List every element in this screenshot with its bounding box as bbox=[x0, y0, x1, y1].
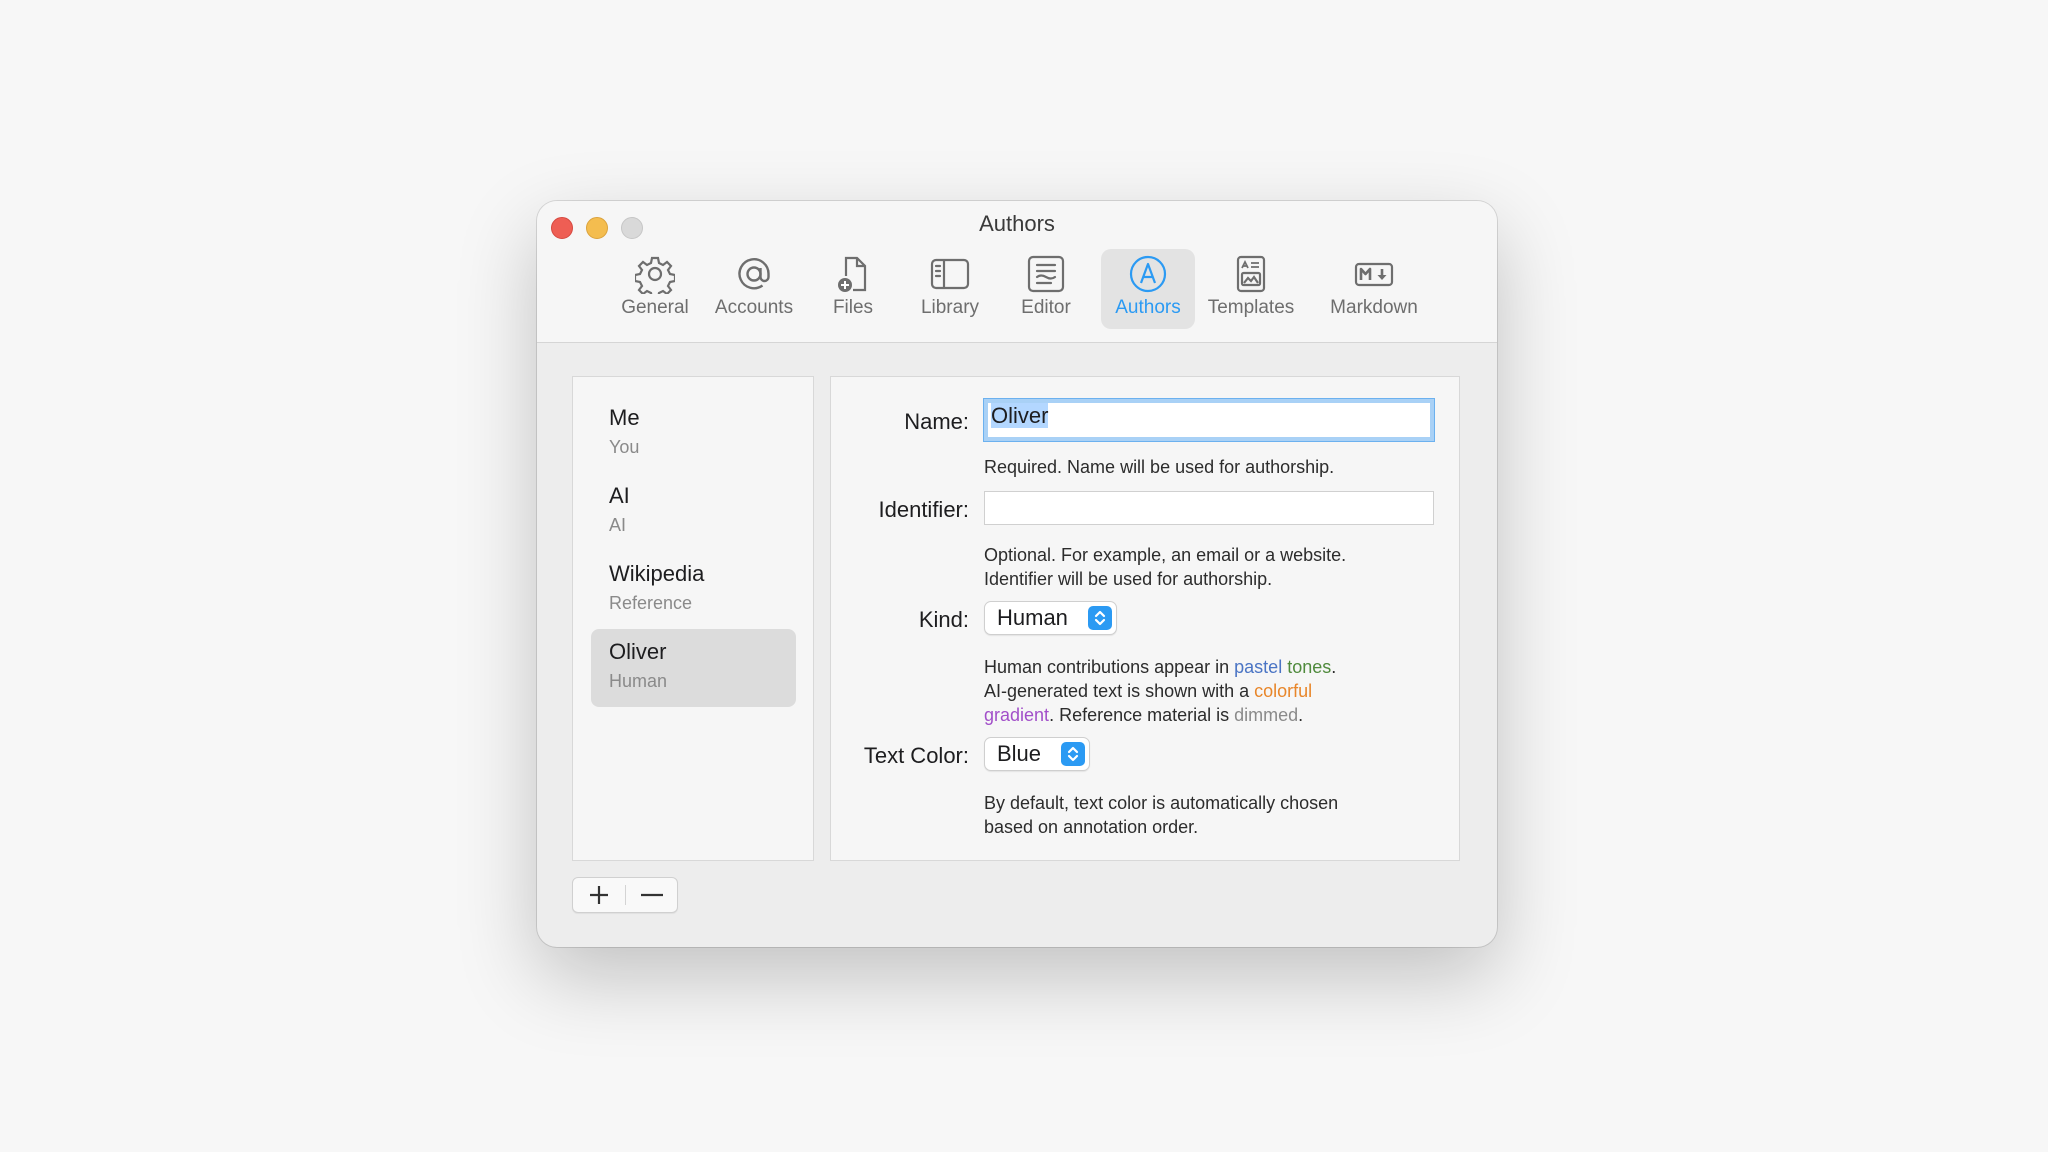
name-field[interactable]: Oliver bbox=[984, 399, 1434, 441]
file-add-icon bbox=[838, 256, 867, 292]
author-kind: Reference bbox=[609, 593, 693, 613]
author-detail-form: Name: Oliver Required. Name will be used… bbox=[830, 376, 1460, 861]
name-field-value: Oliver bbox=[991, 403, 1049, 428]
tab-label: Library bbox=[920, 297, 980, 318]
chevron-updown-icon bbox=[1088, 606, 1112, 630]
author-item-ai[interactable]: AI AI bbox=[591, 473, 796, 551]
tab-files[interactable]: Files bbox=[810, 249, 896, 329]
remove-icon bbox=[641, 893, 663, 897]
kind-popup-value: Human bbox=[997, 605, 1068, 630]
text-color-hint: By default, text color is automatically … bbox=[984, 791, 1434, 839]
chevron-updown-icon bbox=[1061, 742, 1085, 766]
tab-label: Editor bbox=[1021, 297, 1071, 318]
add-remove-control bbox=[572, 877, 678, 913]
kind-label: Kind: bbox=[918, 607, 969, 632]
text-color-hint-line-2: based on annotation order. bbox=[984, 817, 1199, 837]
tab-label: Accounts bbox=[714, 297, 794, 318]
tab-label: Files bbox=[832, 297, 874, 318]
text-color-popup[interactable]: Blue bbox=[984, 737, 1090, 771]
tab-markdown[interactable]: Markdown bbox=[1319, 249, 1429, 329]
identifier-hint-line-2: Identifier will be used for authorship. bbox=[984, 569, 1273, 589]
window-title: Authors bbox=[979, 211, 1055, 236]
author-item-me[interactable]: Me You bbox=[591, 395, 796, 473]
author-kind: AI bbox=[609, 515, 627, 535]
tab-general[interactable]: General bbox=[607, 249, 703, 329]
text-color-label: Text Color: bbox=[863, 743, 969, 768]
identifier-label: Identifier: bbox=[878, 497, 970, 522]
tab-editor[interactable]: Editor bbox=[1003, 249, 1089, 329]
author-icon bbox=[1129, 255, 1167, 293]
at-icon bbox=[738, 258, 770, 290]
editor-icon bbox=[1027, 255, 1065, 293]
author-name: AI bbox=[609, 483, 630, 508]
kind-hint: Human contributions appear in pastel ton… bbox=[984, 657, 1337, 725]
identifier-field[interactable] bbox=[984, 491, 1434, 525]
tab-templates[interactable]: Templates bbox=[1201, 249, 1301, 329]
author-name: Wikipedia bbox=[609, 561, 705, 586]
author-kind: Human bbox=[609, 671, 668, 691]
kind-popup[interactable]: Human bbox=[984, 601, 1117, 635]
tab-label: General bbox=[621, 297, 689, 318]
author-kind: You bbox=[609, 437, 640, 457]
author-list[interactable]: Me You AI AI Wikipedia Reference Oliver … bbox=[572, 376, 814, 861]
tab-label: Markdown bbox=[1330, 297, 1418, 318]
author-name: Oliver bbox=[609, 639, 667, 664]
remove-author-button[interactable] bbox=[626, 878, 678, 912]
toolbar: Authors General Accounts Files Library E… bbox=[537, 201, 1497, 343]
identifier-hint: Optional. For example, an email or a web… bbox=[984, 543, 1434, 591]
tab-label: Templates bbox=[1207, 297, 1295, 318]
add-author-button[interactable] bbox=[573, 878, 625, 912]
preferences-window: Authors General Accounts Files Library E… bbox=[537, 201, 1497, 947]
author-item-wikipedia[interactable]: Wikipedia Reference bbox=[591, 551, 796, 629]
name-label: Name: bbox=[904, 409, 969, 434]
tab-authors[interactable]: Authors bbox=[1101, 249, 1195, 329]
markdown-icon bbox=[1354, 262, 1394, 287]
author-item-oliver[interactable]: Oliver Human bbox=[591, 629, 796, 707]
tab-accounts[interactable]: Accounts bbox=[703, 249, 805, 329]
sidebar-icon bbox=[930, 258, 970, 290]
tab-library[interactable]: Library bbox=[902, 249, 998, 329]
name-hint: Required. Name will be used for authorsh… bbox=[984, 457, 1335, 477]
add-icon bbox=[590, 886, 608, 904]
text-color-hint-line-1: By default, text color is automatically … bbox=[984, 793, 1339, 813]
author-name: Me bbox=[609, 405, 640, 430]
gear-icon bbox=[635, 256, 675, 294]
text-color-popup-value: Blue bbox=[997, 741, 1042, 766]
identifier-hint-line-1: Optional. For example, an email or a web… bbox=[984, 545, 1347, 565]
tab-label: Authors bbox=[1115, 297, 1181, 318]
template-icon bbox=[1236, 255, 1266, 293]
